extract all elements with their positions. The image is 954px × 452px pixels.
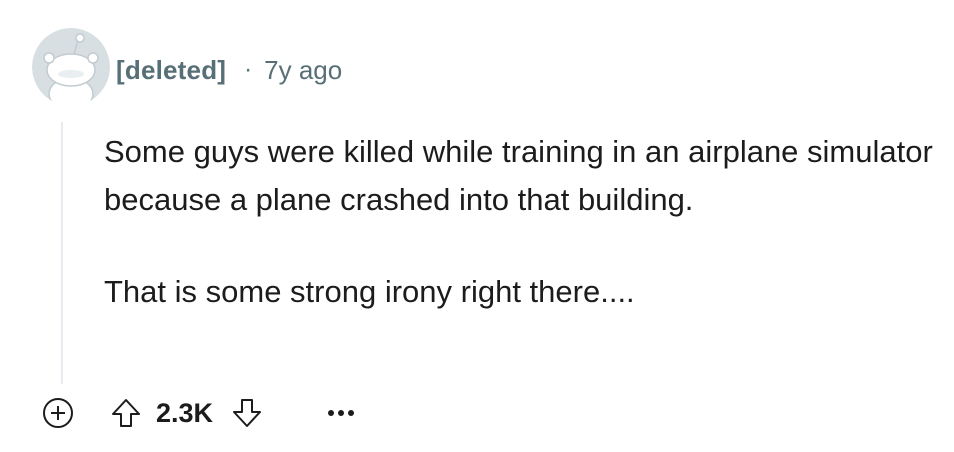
comment-paragraph: Some guys were killed while training in … (104, 134, 933, 217)
snoo-avatar-icon (32, 28, 110, 106)
vote-score: 2.3K (156, 397, 214, 428)
avatar[interactable] (32, 28, 110, 106)
thread-line[interactable] (61, 122, 63, 384)
downvote-button[interactable] (227, 393, 267, 433)
meta-separator: · (244, 56, 253, 83)
upvote-button[interactable] (106, 393, 146, 433)
arrow-down-icon (233, 399, 262, 427)
author-username[interactable]: [deleted] (116, 55, 226, 86)
comment-actions: 2.3K (38, 392, 361, 434)
plus-circle-icon (43, 398, 73, 428)
comment-body: Some guys were killed while training in … (104, 128, 944, 316)
vote-controls: 2.3K (106, 393, 267, 433)
expand-button[interactable] (38, 393, 78, 433)
comment-timestamp[interactable]: 7y ago (264, 55, 342, 86)
more-options-button[interactable] (321, 393, 361, 433)
comment-paragraph: That is some strong irony right there...… (104, 274, 635, 309)
comment-header: [deleted] · 7y ago (116, 52, 342, 88)
arrow-up-icon (112, 399, 140, 427)
more-options-icon (328, 410, 355, 416)
